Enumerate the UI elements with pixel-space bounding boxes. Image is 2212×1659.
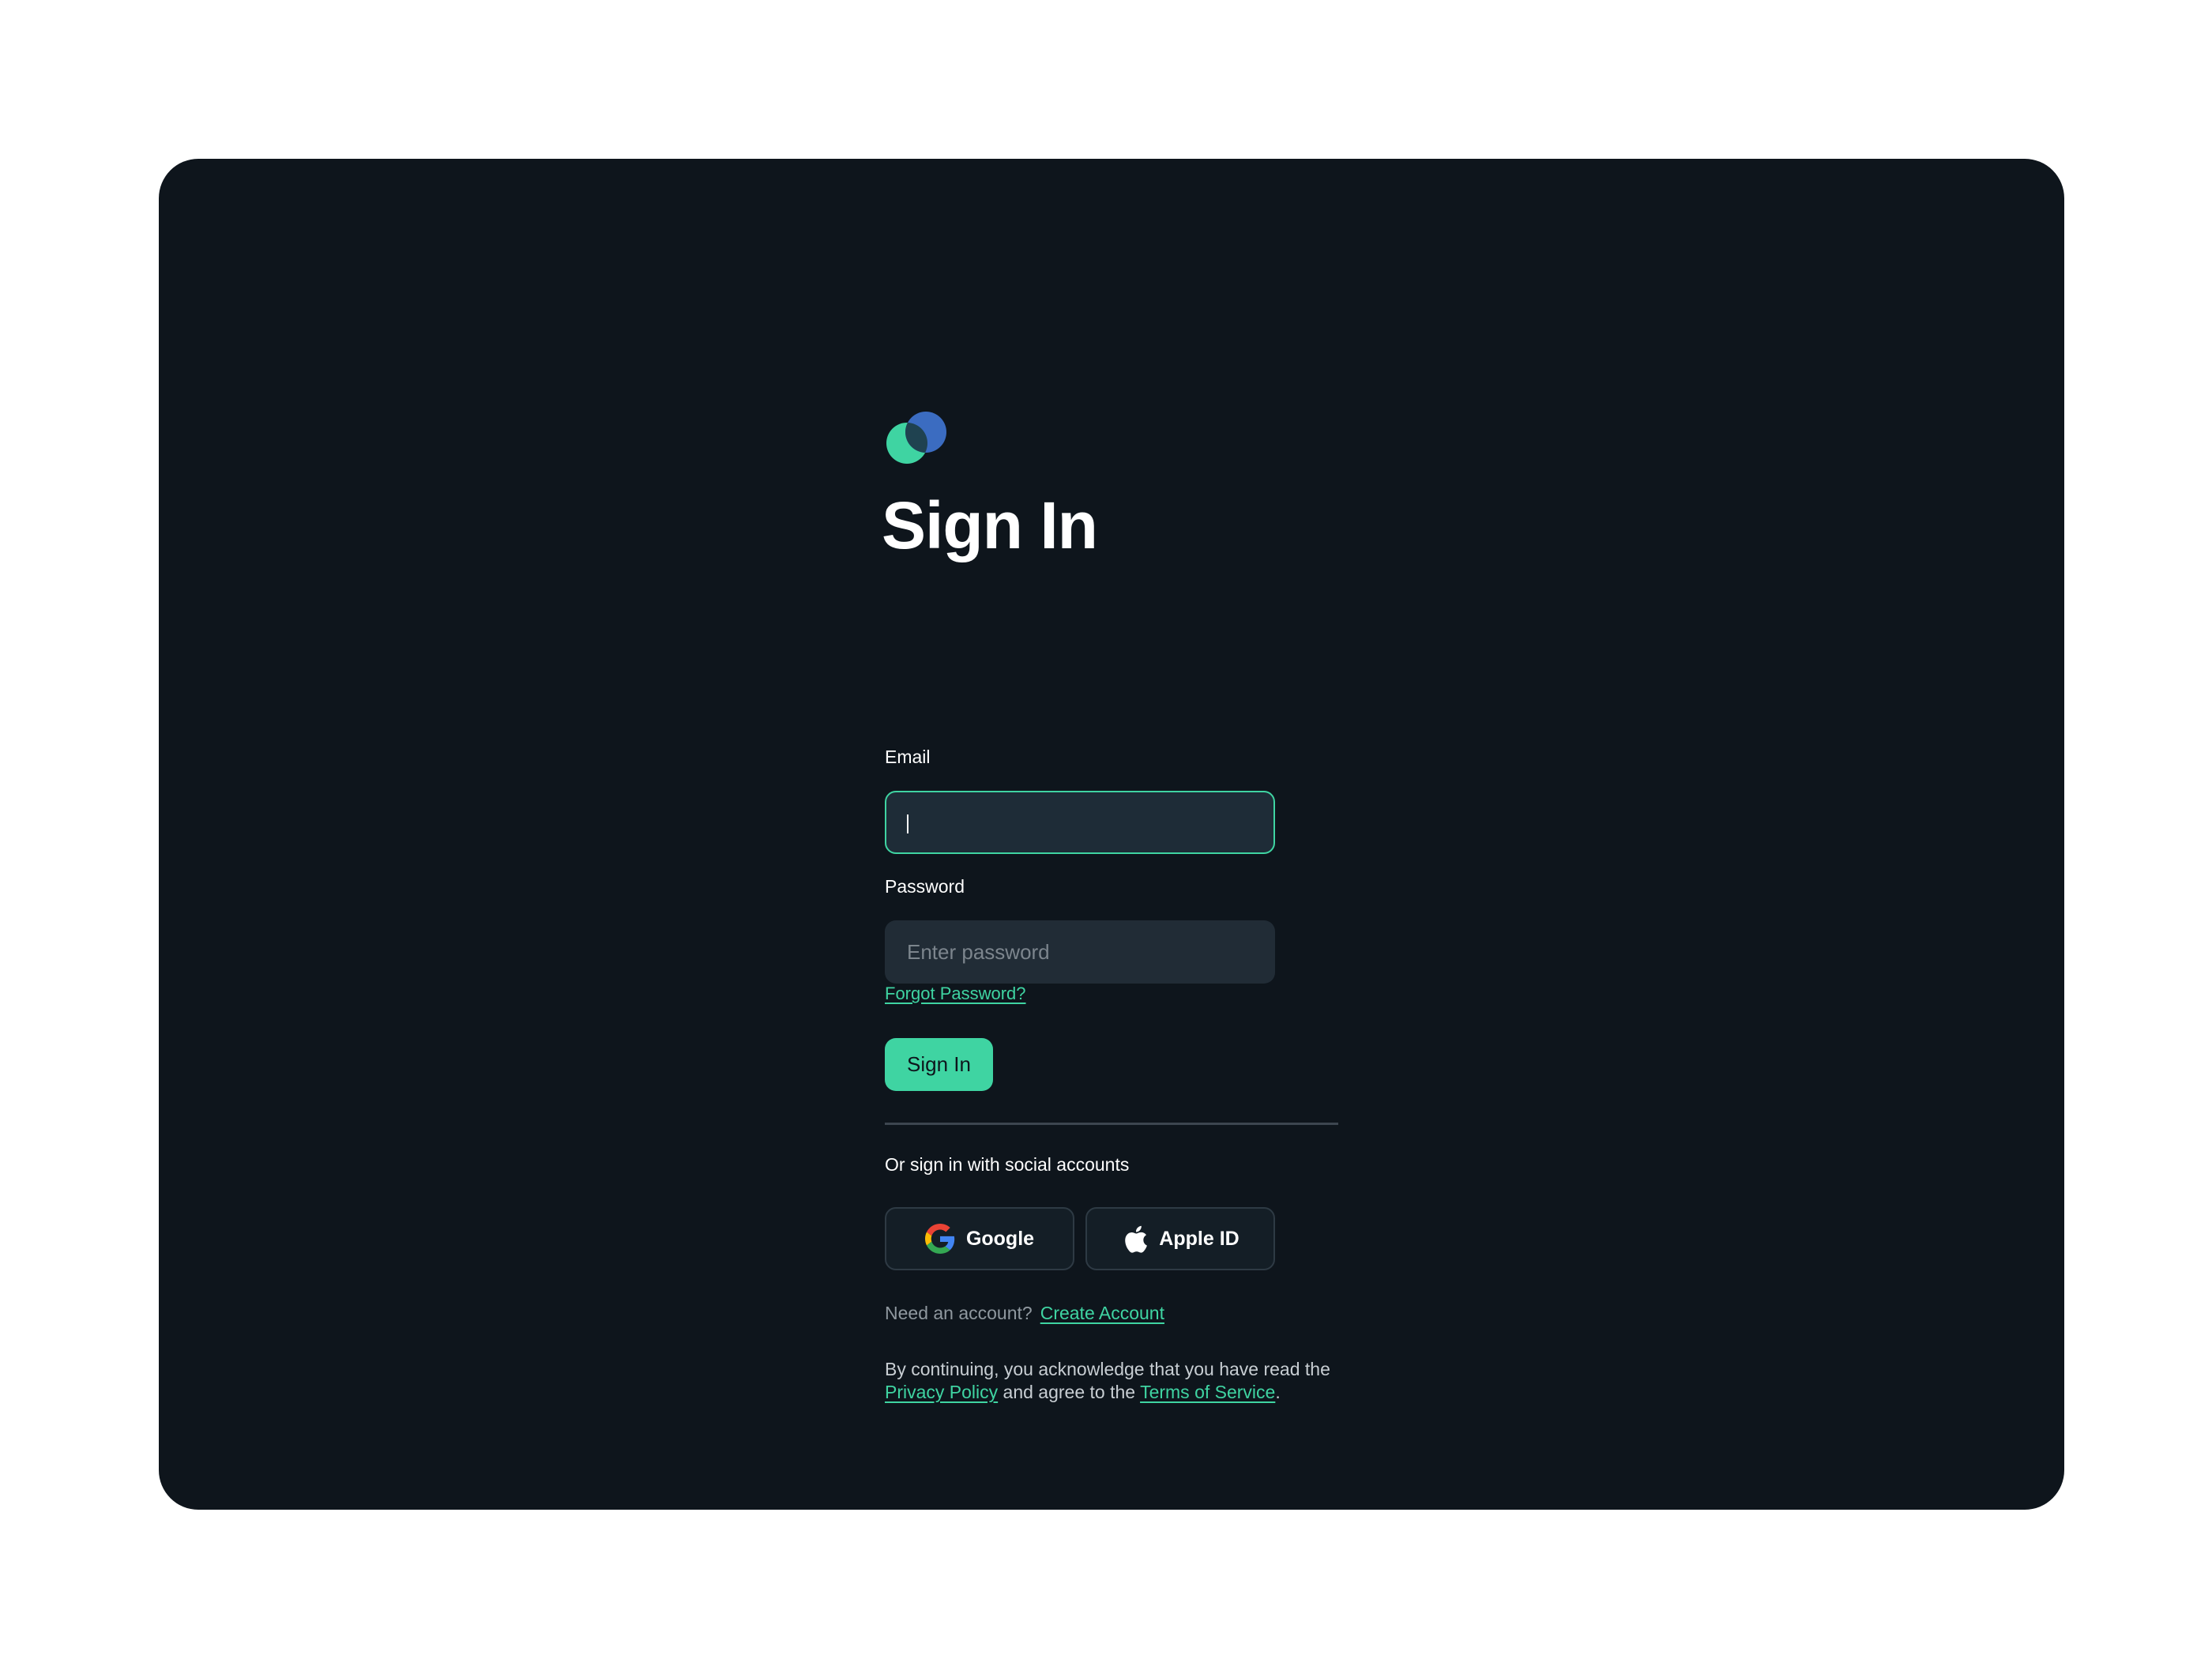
brand-logo-icon xyxy=(886,412,946,464)
google-g-icon xyxy=(924,1224,955,1254)
terms-of-service-link[interactable]: Terms of Service xyxy=(1140,1382,1275,1402)
apple-icon xyxy=(1125,1225,1148,1253)
password-input[interactable] xyxy=(885,920,1275,984)
app-frame: Sign In Email Password Forgot Password? … xyxy=(159,159,2064,1510)
account-prompt: Need an account? xyxy=(885,1303,1033,1323)
legal-notice: By continuing, you acknowledge that you … xyxy=(885,1358,1359,1404)
social-sign-in-label: Or sign in with social accounts xyxy=(885,1154,1130,1175)
sign-in-button[interactable]: Sign In xyxy=(885,1038,993,1091)
create-account-link[interactable]: Create Account xyxy=(1040,1303,1164,1323)
email-input[interactable] xyxy=(885,791,1275,854)
email-field-wrapper xyxy=(885,791,1275,854)
text-caret xyxy=(907,814,908,833)
google-sign-in-button[interactable]: Google xyxy=(885,1207,1074,1270)
email-label: Email xyxy=(885,747,931,767)
password-label: Password xyxy=(885,876,965,897)
apple-button-label: Apple ID xyxy=(1159,1227,1240,1250)
privacy-policy-link[interactable]: Privacy Policy xyxy=(885,1382,998,1402)
legal-prefix: By continuing, you acknowledge that you … xyxy=(885,1359,1330,1379)
google-button-label: Google xyxy=(965,1227,1035,1250)
divider xyxy=(885,1123,1338,1125)
page-title: Sign In xyxy=(882,488,1098,562)
apple-sign-in-button[interactable]: Apple ID xyxy=(1085,1207,1275,1270)
forgot-password-link[interactable]: Forgot Password? xyxy=(885,984,1026,1004)
legal-suffix: . xyxy=(1275,1382,1281,1402)
create-account-row: Need an account? Create Account xyxy=(885,1303,1164,1324)
legal-middle: and agree to the xyxy=(1003,1382,1136,1402)
